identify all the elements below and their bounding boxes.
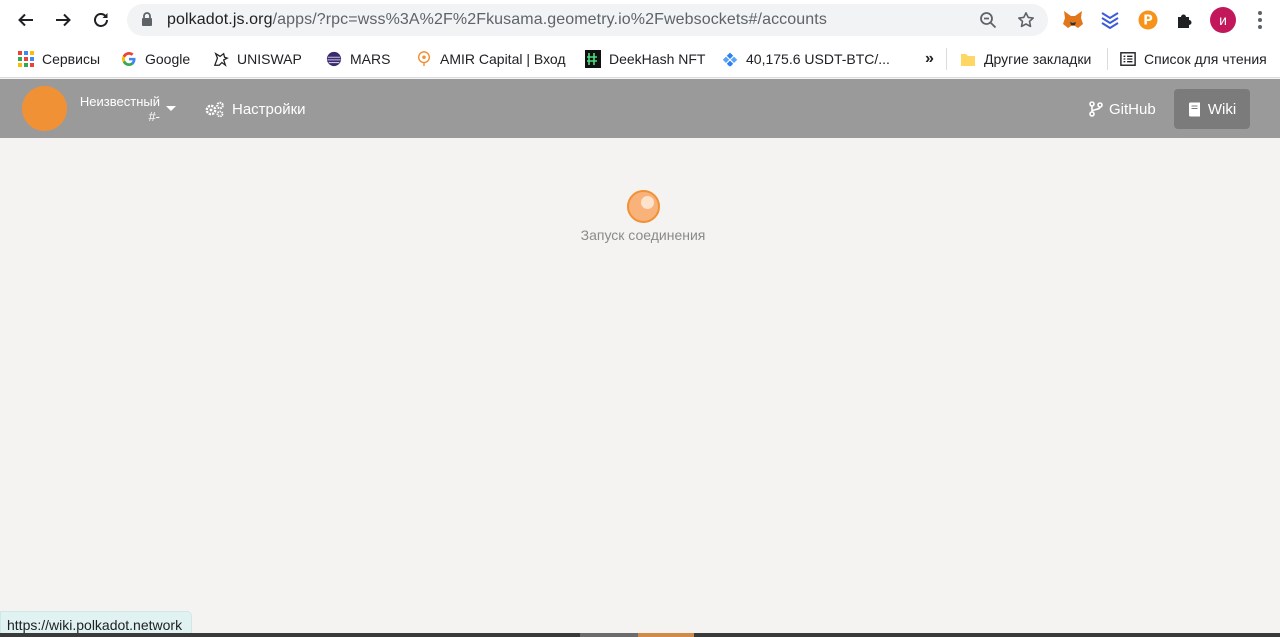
google-icon [121,51,137,67]
bottom-edge-segment [580,633,638,637]
forward-button[interactable] [49,6,77,34]
bookmark-label: Google [145,51,191,67]
url-path: /apps/?rpc=wss%3A%2F%2Fkusama.geometry.i… [272,11,827,28]
chain-name: Неизвестный [79,94,160,109]
settings-menu[interactable]: Настройки [205,99,306,119]
bottom-edge-segment [638,633,694,637]
bookmark-label: AMIR Capital | Вход [440,51,566,67]
code-branch-icon [1089,101,1103,117]
svg-text:P: P [1143,14,1153,29]
bookmark-label: Другие закладки [984,51,1092,67]
caret-down-icon[interactable] [166,106,176,111]
bookmark-other-folder[interactable]: Другие закладки [960,48,1091,70]
loading-spinner [627,190,660,223]
chrome-menu-icon[interactable] [1252,9,1268,31]
exchange-icon [722,51,738,67]
wiki-link[interactable]: Wiki [1174,89,1250,129]
bookmark-amir-capital[interactable]: AMIR Capital | Вход [416,48,566,70]
bookmarks-divider [946,48,947,70]
chain-selector[interactable]: Неизвестный #- [72,94,160,124]
forward-arrow-icon [56,13,71,27]
bookmark-label: 40,175.6 USDT-BTC/... [746,51,890,67]
coin-extension-icon[interactable]: P [1137,9,1159,31]
bookmark-label: Сервисы [42,51,101,67]
folder-icon [960,51,976,67]
settings-label: Настройки [232,100,306,118]
bookmark-services[interactable]: Сервисы [18,48,100,70]
bookmark-mars[interactable]: MARS [326,48,390,70]
gears-icon [205,101,224,117]
bookmark-uniswap[interactable]: UNISWAP [213,48,302,70]
bookmark-star-icon[interactable] [1017,11,1035,29]
chain-logo[interactable] [22,86,67,131]
app-header: Неизвестный #- Настройки GitHub Wiki [0,79,1280,138]
bookmark-label: Список для чтения [1144,51,1267,67]
planet-icon [326,51,342,67]
bookmark-label: DeekHash NFT [609,51,706,67]
zoom-icon[interactable] [979,11,997,29]
bookmark-deekhash[interactable]: DeekHash NFT [585,48,705,70]
loading-message: Запуск соединения [580,227,706,243]
chain-version: #- [148,109,160,124]
bookmark-google[interactable]: Google [121,48,190,70]
bookmarks-overflow-button[interactable]: » [925,48,934,70]
bookmark-usdt-btc[interactable]: 40,175.6 USDT-BTC/... [722,48,890,70]
address-bar[interactable]: polkadot.js.org/apps/?rpc=wss%3A%2F%2Fku… [127,4,1048,36]
reading-list-icon [1120,51,1136,67]
url-host: polkadot.js.org [167,11,273,28]
browser-toolbar: polkadot.js.org/apps/?rpc=wss%3A%2F%2Fku… [0,0,1280,40]
back-arrow-icon [18,13,33,27]
github-link[interactable]: GitHub [1089,99,1156,119]
bookmark-label: MARS [350,51,391,67]
deekhash-icon [585,50,601,68]
layers-extension-icon[interactable] [1099,9,1121,31]
puzzle-extensions-icon[interactable] [1174,9,1196,31]
wiki-label: Wiki [1207,100,1237,118]
bookmark-label: UNISWAP [237,51,302,67]
bottom-edge [0,633,1280,637]
lock-icon [142,12,152,26]
reload-icon [94,13,108,27]
book-icon [1188,102,1200,116]
unicorn-icon [213,51,229,67]
bookmarks-divider [1107,48,1108,70]
reading-list-button[interactable]: Список для чтения [1120,48,1267,70]
reload-button[interactable] [87,6,115,34]
url-text: polkadot.js.org/apps/?rpc=wss%3A%2F%2Fku… [167,11,827,29]
metamask-extension-icon[interactable] [1062,9,1084,31]
github-label: GitHub [1109,100,1156,118]
amir-icon [416,51,432,67]
profile-avatar[interactable]: и [1210,7,1236,33]
back-button[interactable] [12,6,40,34]
apps-grid-icon [18,51,34,67]
